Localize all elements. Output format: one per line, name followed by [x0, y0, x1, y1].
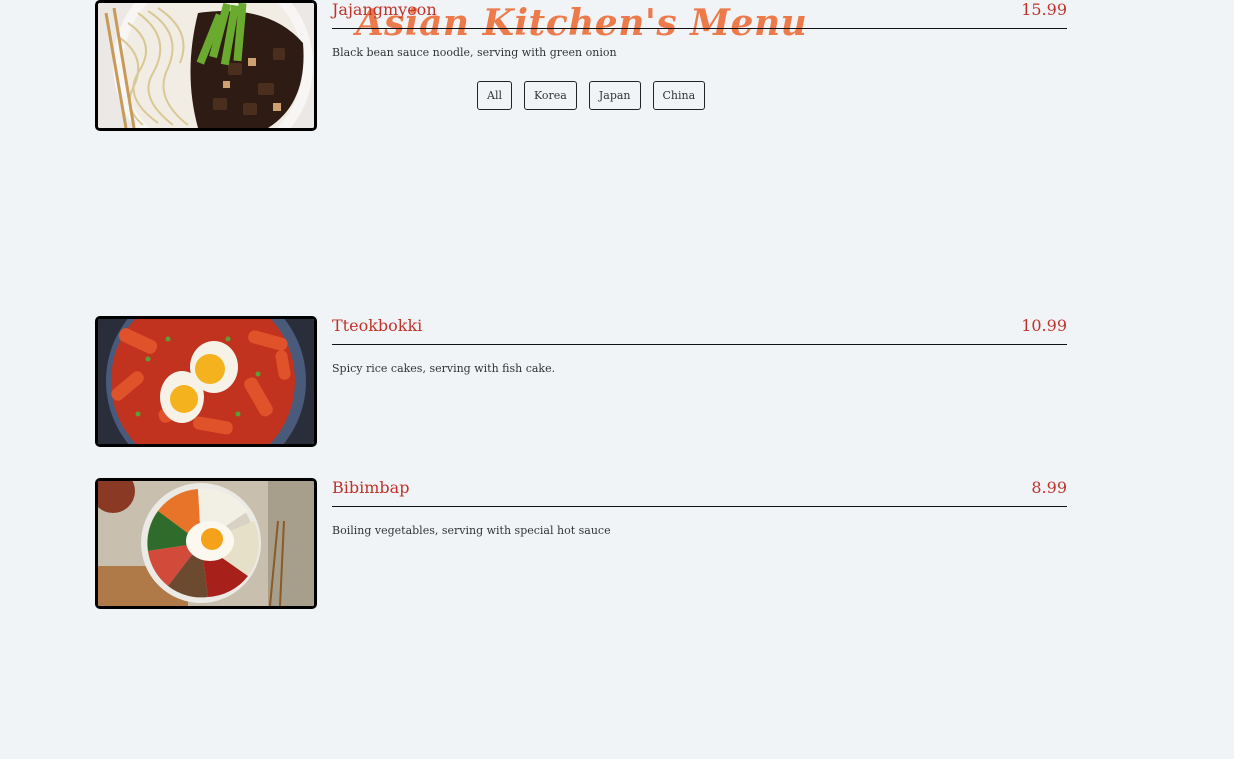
menu-item-description: Black bean sauce noodle, serving with gr…	[332, 46, 617, 59]
menu-item: Bibimbap 8.99 Boiling vegetables, servin…	[95, 478, 1067, 609]
menu-item-info: Tteokbokki 10.99 Spicy rice cakes, servi…	[332, 316, 1067, 375]
menu-item-price: 15.99	[1021, 0, 1067, 19]
menu-item-description: Boiling vegetables, serving with special…	[332, 524, 611, 537]
menu-item: Tteokbokki 10.99 Spicy rice cakes, servi…	[95, 316, 1067, 447]
menu-item-name: Jajangmyeon	[332, 0, 437, 19]
menu-item-info: Bibimbap 8.99 Boiling vegetables, servin…	[332, 478, 1067, 537]
menu-item-price: 10.99	[1021, 316, 1067, 335]
bibimbap-photo	[95, 478, 317, 609]
menu-item-header: Tteokbokki 10.99	[332, 316, 1067, 345]
menu-item-name: Bibimbap	[332, 478, 410, 497]
menu-item: Jajangmyeon 15.99 Black bean sauce noodl…	[95, 0, 1067, 131]
menu-item-header: Jajangmyeon 15.99	[332, 0, 1067, 29]
menu-item-price: 8.99	[1031, 478, 1067, 497]
menu-item-description: Spicy rice cakes, serving with fish cake…	[332, 362, 556, 375]
menu-item-info: Jajangmyeon 15.99 Black bean sauce noodl…	[332, 0, 1067, 59]
menu-item-name: Tteokbokki	[332, 316, 423, 335]
menu-page: Asian Kitchen's Menu All Korea Japan Chi…	[0, 0, 1234, 759]
jajangmyeon-photo	[95, 0, 317, 131]
menu-item-header: Bibimbap 8.99	[332, 478, 1067, 507]
tteokbokki-photo	[95, 316, 317, 447]
